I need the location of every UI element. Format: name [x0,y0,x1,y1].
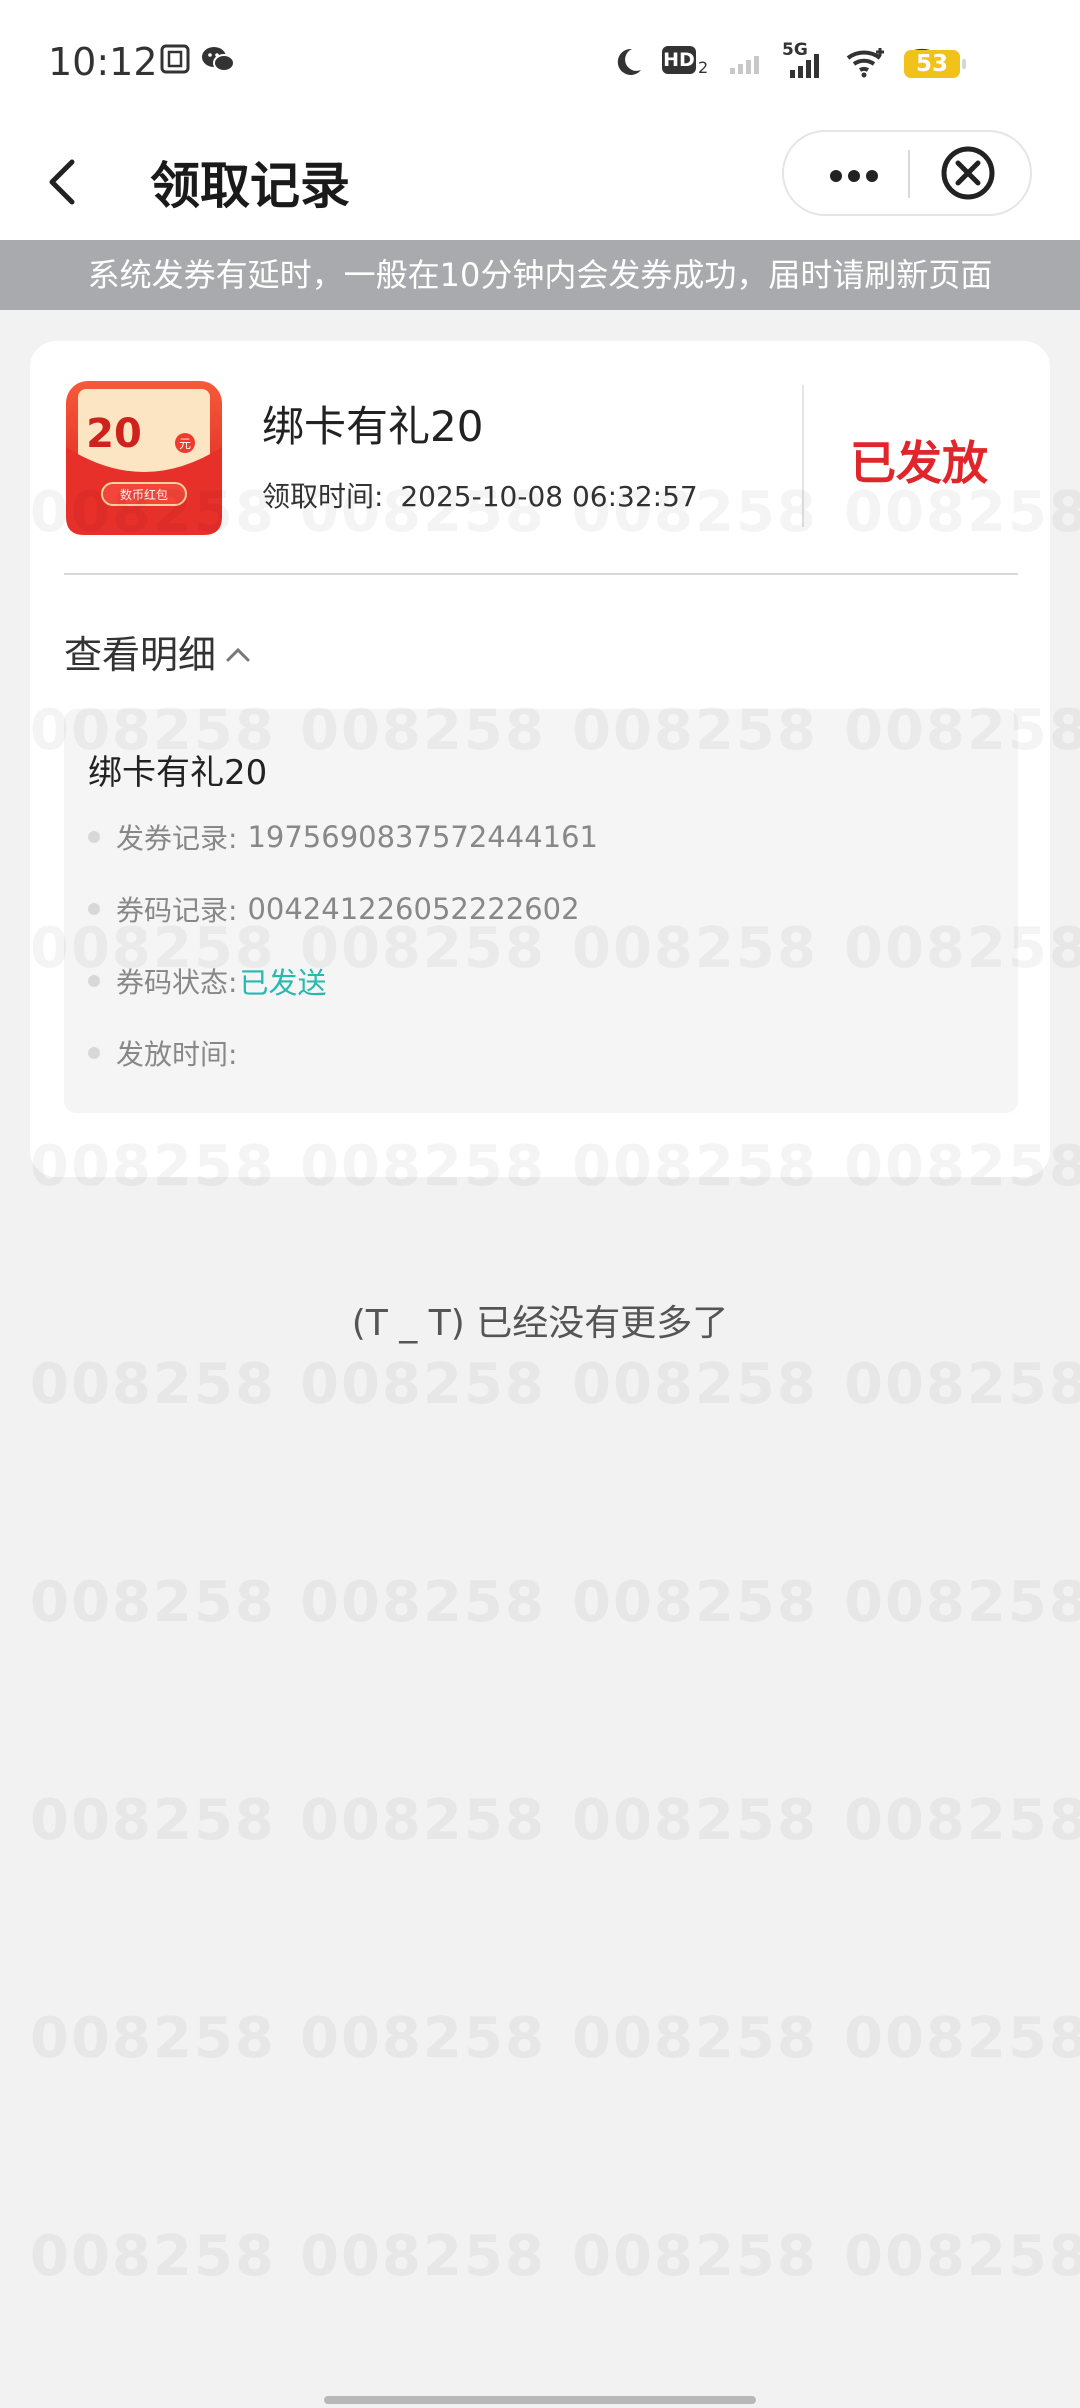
watermark: 008258 [572,2224,818,2289]
page-title: 领取记录 [150,157,350,215]
signal-5g-icon: 5G [782,40,828,80]
watermark: 008258 [30,2006,276,2071]
wifi-calling-icon [846,48,884,78]
bullet-dot [88,831,100,843]
back-button[interactable] [36,142,106,222]
detail-label: 发券记录: [116,822,238,855]
watermark: 008258 [30,1788,276,1853]
wechat-icon [202,47,235,72]
view-details-label: 查看明细 [64,632,217,677]
watermark: 008258 [30,2224,276,2289]
close-button[interactable] [910,132,1030,214]
signal-weak-icon [730,56,759,74]
more-dot [848,170,860,182]
watermark: 008258 [300,2224,546,2289]
detail-title: 绑卡有礼20 [88,753,268,793]
watermark: 008258 [572,1352,818,1417]
card-horizontal-divider [64,573,1018,575]
watermark: 008258 [30,1352,276,1417]
record-card: 20 元 数币红包 绑卡有礼20 领取时间: 2025-10-08 06:32:… [30,341,1050,1177]
watermark: 008258 [300,1352,546,1417]
hd-label: HD [662,46,696,74]
claim-time-label: 领取时间: [262,480,384,513]
bullet-dot [88,1047,100,1059]
nav-header: 领取记录 [0,120,1080,240]
screen-record-icon [160,44,190,74]
coupon-name: 绑卡有礼20 [262,402,484,451]
detail-row-issue-time: 发放时间: [88,1031,247,1075]
detail-row-code-record: 券码记录: 004241226052222602 [88,887,580,931]
chevron-up-icon [226,647,250,662]
close-circle-icon [941,146,995,200]
watermark: 008258 [844,2224,1080,2289]
watermark: 008258 [844,1352,1080,1417]
home-indicator[interactable] [324,2396,756,2404]
issued-status-label: 已发放 [850,436,988,490]
bullet-dot [88,903,100,915]
detail-row-code-status: 券码状态: 已发送 [88,959,326,1003]
detail-row-issue-record: 发券记录: 1975690837572444161 [88,815,598,859]
chevron-left-icon [49,159,75,205]
watermark: 008258 [844,1788,1080,1853]
claim-time-row: 领取时间: 2025-10-08 06:32:57 [262,475,698,515]
status-time: 10:12 [48,40,158,84]
card-vertical-divider [802,385,804,527]
detail-label: 券码记录: [116,894,238,927]
battery-indicator: 53 [904,50,966,78]
detail-label: 发放时间: [116,1038,238,1071]
bullet-dot [88,975,100,987]
view-details-toggle[interactable]: 查看明细 [64,623,252,679]
claim-time-value: 2025-10-08 06:32:57 [400,480,698,513]
coupon-amount: 20 [86,411,142,457]
status-bar: 10:12 HD 2 5G 53 [0,0,1080,120]
coupon-caption: 数币红包 [120,487,168,502]
watermark: 008258 [300,1570,546,1635]
watermark: 008258 [30,1570,276,1635]
code-status-value: 已发送 [239,966,327,1000]
more-dots-icon [830,170,842,182]
more-dot [866,170,878,182]
coupon-unit: 元 [179,437,191,451]
more-button[interactable] [784,132,908,214]
watermark: 008258 [300,1788,546,1853]
detail-label: 券码状态: [116,966,238,999]
hd-icon: HD 2 [662,46,710,78]
red-envelope-coupon-image: 20 元 数币红包 [66,381,222,535]
watermark: 008258 [572,2006,818,2071]
detail-value: 1975690837572444161 [247,820,599,854]
watermark: 008258 [844,2006,1080,2071]
no-more-text: (T _ T) 已经没有更多了 [351,1303,729,1344]
watermark: 008258 [300,2006,546,2071]
status-right-icons: HD 2 5G [612,40,940,84]
moon-icon [617,48,641,75]
watermark: 008258 [572,1570,818,1635]
miniapp-capsule [782,130,1032,216]
detail-value: 004241226052222602 [247,892,580,926]
detail-panel: 绑卡有礼20 发券记录: 1975690837572444161 券码记录: 0… [64,709,1018,1113]
watermark: 008258 [572,1788,818,1853]
delay-notice: 系统发券有延时，一般在10分钟内会发券成功，届时请刷新页面 [0,240,1080,310]
watermark: 008258 [844,1570,1080,1635]
